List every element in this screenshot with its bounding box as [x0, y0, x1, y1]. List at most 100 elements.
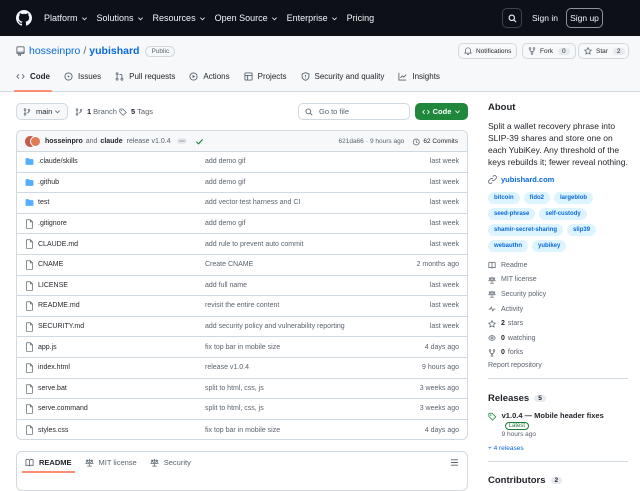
go-to-file-input[interactable]: Go to file — [298, 103, 410, 120]
file-commit-message[interactable]: add security policy and vulnerability re… — [205, 323, 345, 330]
file-name-link[interactable]: CLAUDE.md — [38, 241, 78, 248]
file-commit-message[interactable]: add vector test harness and CI — [205, 199, 300, 206]
outline-button[interactable] — [450, 458, 459, 467]
activity-link[interactable]: Activity — [488, 302, 628, 317]
security-policy-link[interactable]: Security policy — [488, 287, 628, 302]
code-button[interactable]: Code — [415, 103, 468, 120]
nav-resources[interactable]: Resources — [153, 13, 206, 23]
file-commit-message[interactable]: add demo gif — [205, 220, 245, 227]
homepage-link[interactable]: yubishard.com — [488, 175, 628, 184]
topic-tag[interactable]: webauthn — [488, 240, 528, 252]
file-row[interactable]: SECURITY.md add security policy and vulne… — [17, 317, 467, 338]
file-name-link[interactable]: LICENSE — [38, 282, 68, 289]
tab-issues[interactable]: Issues — [64, 70, 101, 92]
file-row[interactable]: test add vector test harness and CI last w… — [17, 193, 467, 214]
tab-security[interactable]: Security and quality — [301, 70, 384, 92]
topic-tag[interactable]: seed-phrase — [488, 208, 536, 220]
star-button[interactable]: Star 2 — [578, 43, 629, 59]
file-name-link[interactable]: test — [38, 199, 49, 206]
watchers-link[interactable]: 0 watching — [488, 331, 628, 346]
more-releases-link[interactable]: + 4 releases — [488, 445, 628, 452]
forks-link[interactable]: 0 forks — [488, 346, 628, 361]
file-row[interactable]: CNAME Create CNAME 2 months ago — [17, 255, 467, 276]
file-row[interactable]: serve.bat split to html, css, js 3 weeks a… — [17, 379, 467, 400]
tab-readme[interactable]: README — [22, 452, 75, 473]
readme-link[interactable]: Readme — [488, 258, 628, 273]
tab-actions[interactable]: Actions — [189, 70, 230, 92]
tab-code[interactable]: Code — [14, 70, 52, 92]
nav-open-source[interactable]: Open Source — [215, 13, 278, 23]
file-commit-message[interactable]: add demo gif — [205, 179, 245, 186]
fork-button[interactable]: Fork 0 — [522, 43, 576, 59]
file-name-link[interactable]: serve.command — [38, 405, 88, 412]
report-repository-link[interactable]: Report repository — [488, 362, 628, 369]
notifications-button[interactable]: Notifications — [458, 43, 518, 59]
topic-tag[interactable]: bitcoin — [488, 192, 520, 204]
branch-select[interactable]: main — [16, 103, 68, 120]
stars-link[interactable]: 2 stars — [488, 316, 628, 331]
commit-coauthor[interactable]: claude — [100, 138, 122, 145]
file-name-link[interactable]: index.html — [38, 364, 70, 371]
topic-tag[interactable]: shamir-secret-sharing — [488, 224, 564, 236]
check-icon[interactable] — [195, 137, 204, 146]
releases-heading[interactable]: Releases — [488, 393, 529, 404]
ellipsis-button[interactable] — [176, 138, 187, 144]
file-commit-message[interactable]: release v1.0.4 — [205, 364, 249, 371]
nav-enterprise[interactable]: Enterprise — [287, 13, 338, 23]
topic-tag[interactable]: largeblob — [554, 192, 594, 204]
tags-link[interactable]: 5 Tags — [119, 103, 153, 120]
file-name-link[interactable]: app.js — [38, 344, 57, 351]
tab-insights[interactable]: Insights — [398, 70, 440, 92]
github-logo-icon[interactable] — [16, 10, 32, 26]
commits-link[interactable]: 62 Commits — [423, 138, 458, 145]
file-commit-message[interactable]: Create CNAME — [205, 261, 253, 268]
file-name-link[interactable]: serve.bat — [38, 385, 67, 392]
file-commit-message[interactable]: add rule to prevent auto commit — [205, 241, 303, 248]
nav-pricing[interactable]: Pricing — [347, 13, 375, 23]
topic-tag[interactable]: slip39 — [567, 224, 597, 236]
commit-message[interactable]: release v1.0.4 — [127, 138, 171, 145]
file-commit-message[interactable]: add full name — [205, 282, 247, 289]
sign-up-button[interactable]: Sign up — [566, 8, 603, 28]
file-name-link[interactable]: styles.css — [38, 427, 68, 434]
file-name-link[interactable]: .claude/skills — [38, 158, 78, 165]
file-commit-message[interactable]: add demo gif — [205, 158, 245, 165]
contributors-heading[interactable]: Contributors — [488, 475, 546, 486]
file-name-link[interactable]: .github — [38, 179, 59, 186]
file-row[interactable]: README.md revisit the entire content last … — [17, 296, 467, 317]
file-row[interactable]: serve.command split to html, css, js 3 wee… — [17, 399, 467, 420]
repo-name-link[interactable]: yubishard — [89, 45, 139, 57]
topic-tag[interactable]: fido2 — [523, 192, 551, 204]
file-row[interactable]: .gitignore add demo gif last week — [17, 214, 467, 235]
nav-platform[interactable]: Platform — [44, 13, 88, 23]
file-row[interactable]: .github add demo gif last week — [17, 173, 467, 194]
search-button[interactable] — [502, 8, 522, 28]
file-commit-message[interactable]: fix top bar in mobile size — [205, 427, 280, 434]
topic-tag[interactable]: self-custody — [539, 208, 587, 220]
license-link[interactable]: MIT license — [488, 273, 628, 288]
file-commit-message[interactable]: split to html, css, js — [205, 385, 264, 392]
file-row[interactable]: .claude/skills add demo gif last week — [17, 152, 467, 173]
file-name-link[interactable]: .gitignore — [38, 220, 67, 227]
tab-projects[interactable]: Projects — [244, 70, 287, 92]
file-row[interactable]: CLAUDE.md add rule to prevent auto commit… — [17, 234, 467, 255]
file-row[interactable]: index.html release v1.0.4 9 hours ago — [17, 358, 467, 379]
latest-release[interactable]: v1.0.4 — Mobile header fixes Latest 9 ho… — [488, 411, 628, 438]
branches-link[interactable]: 1 Branch — [75, 103, 117, 120]
avatar[interactable] — [30, 135, 41, 147]
topic-tag[interactable]: yubikey — [532, 240, 567, 252]
commit-sha[interactable]: 621da66 — [338, 138, 363, 145]
file-name-link[interactable]: SECURITY.md — [38, 323, 84, 330]
file-name-link[interactable]: README.md — [38, 302, 80, 309]
commit-author[interactable]: hosseinpro — [45, 138, 83, 145]
sign-in-link[interactable]: Sign in — [529, 8, 561, 28]
file-row[interactable]: LICENSE add full name last week — [17, 276, 467, 297]
file-commit-message[interactable]: revisit the entire content — [205, 302, 279, 309]
file-commit-message[interactable]: fix top bar in mobile size — [205, 344, 280, 351]
file-name-link[interactable]: CNAME — [38, 261, 63, 268]
repo-owner-link[interactable]: hosseinpro — [29, 45, 80, 57]
file-row[interactable]: styles.css fix top bar in mobile size 4 da… — [17, 420, 467, 439]
nav-solutions[interactable]: Solutions — [97, 13, 144, 23]
tab-security-policy[interactable]: Security — [150, 452, 191, 473]
tab-pull-requests[interactable]: Pull requests — [115, 70, 175, 92]
